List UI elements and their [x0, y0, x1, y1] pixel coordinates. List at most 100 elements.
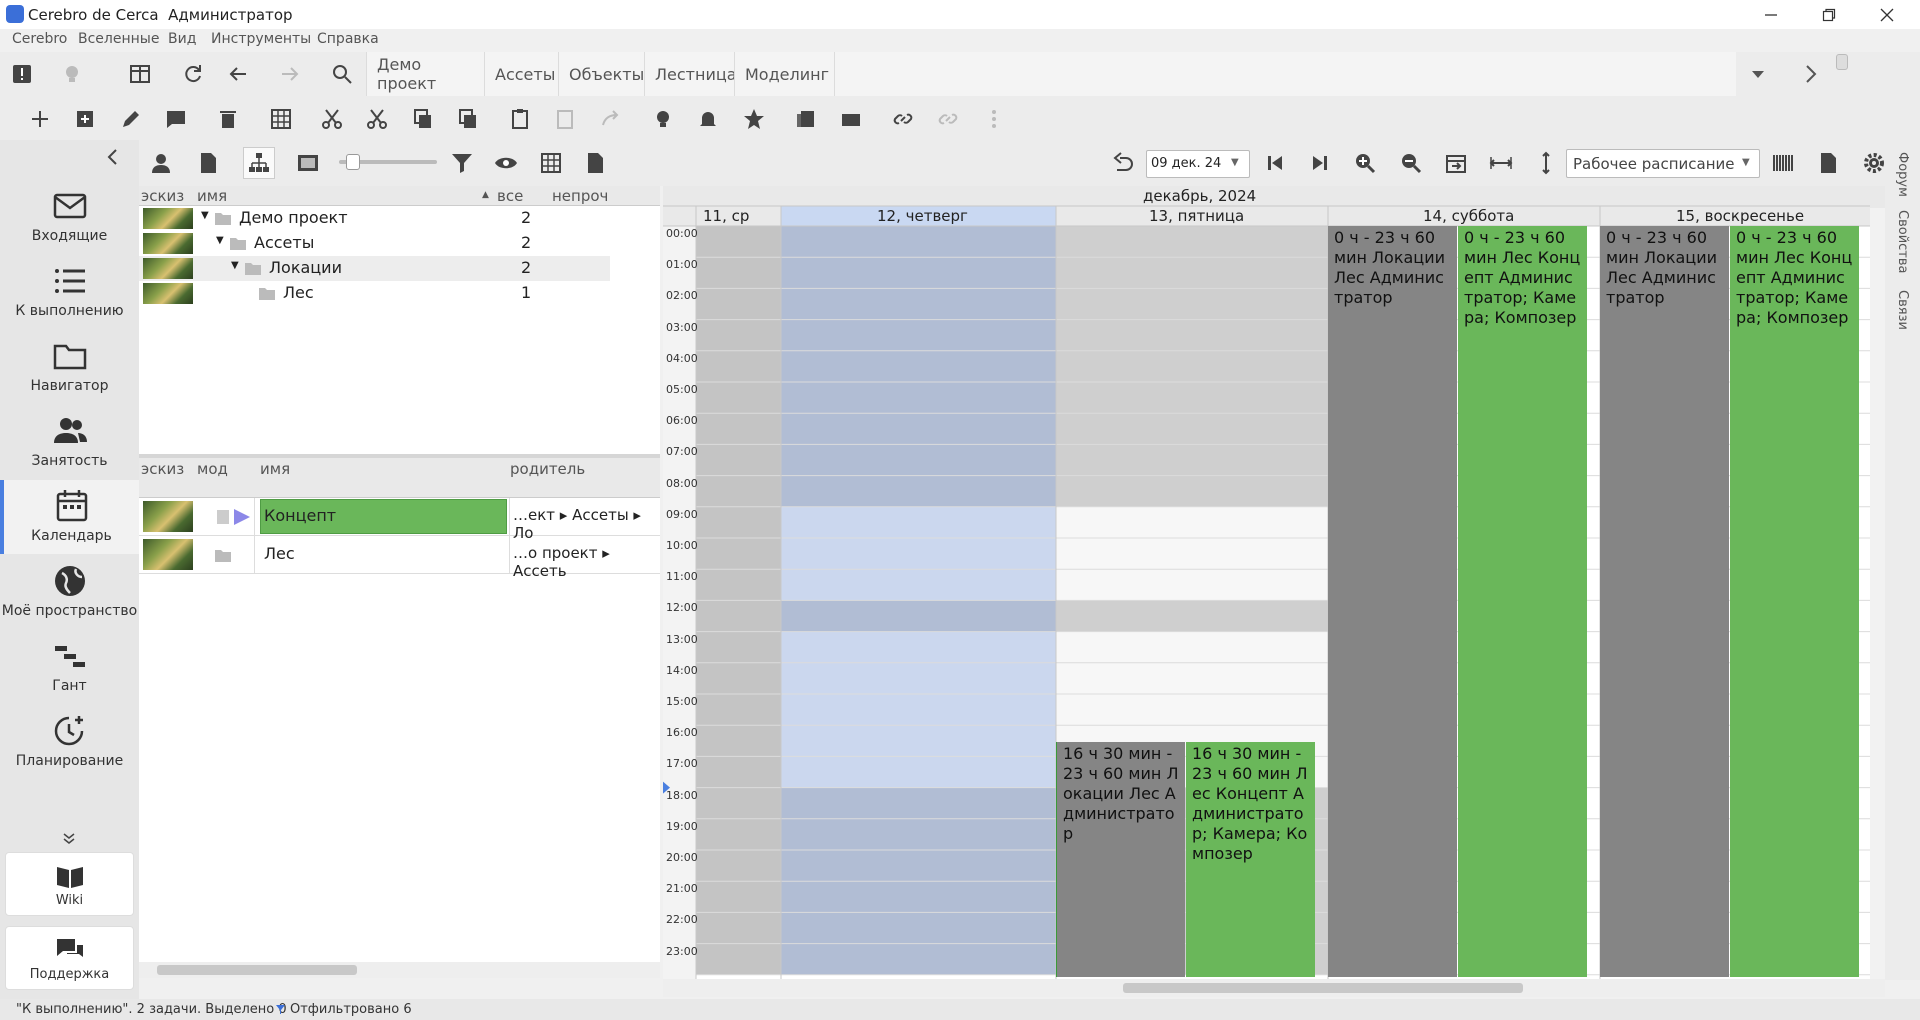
tab-demo-project[interactable]: Демо проект — [366, 52, 484, 96]
support-button[interactable]: Поддержка — [5, 926, 134, 990]
undo-icon[interactable] — [1107, 147, 1139, 179]
calendar-go-icon[interactable] — [1440, 147, 1472, 179]
col-name[interactable]: имя — [260, 460, 290, 478]
filmstrip-icon[interactable] — [292, 147, 324, 179]
sidebar-item-my-space[interactable]: Моё пространство — [0, 555, 139, 629]
sidebar-item-todo[interactable]: К выполнению — [0, 255, 139, 329]
search-icon[interactable] — [326, 58, 358, 90]
close-icon[interactable] — [1864, 0, 1910, 29]
add-subtask-icon[interactable] — [69, 103, 101, 135]
star-icon[interactable] — [738, 103, 770, 135]
sidebar-item-gantt[interactable]: Гант — [0, 630, 139, 704]
tree-row[interactable]: ▼ Демо проект 2 — [139, 206, 660, 231]
tab-assets[interactable]: Ассеты — [484, 52, 558, 96]
expand-arrow-icon[interactable]: ▼ — [201, 210, 209, 221]
chevron-down-icon[interactable]: ▼ — [1742, 157, 1750, 168]
menu-cerebro[interactable]: Cerebro — [12, 31, 67, 47]
tab-forum[interactable]: Форум — [1895, 152, 1910, 197]
sidebar-item-workload[interactable]: Занятость — [0, 405, 139, 479]
chevron-down-icon[interactable]: ▼ — [1231, 157, 1239, 168]
day-header-15[interactable]: 15, воскресенье — [1676, 207, 1804, 225]
event-sun-concept[interactable]: 0 ч - 23 ч 60 мин Лес Концепт Администра… — [1730, 226, 1859, 977]
col-unread[interactable]: непроч — [552, 187, 608, 205]
fit-height-icon[interactable] — [1530, 147, 1562, 179]
vertical-scrollbar[interactable] — [1870, 208, 1885, 979]
stack-icon[interactable] — [790, 103, 822, 135]
col-mod[interactable]: мод — [197, 460, 228, 478]
menu-help[interactable]: Справка — [317, 31, 379, 47]
restore-icon[interactable] — [1806, 0, 1852, 29]
tab-links[interactable]: Связи — [1895, 290, 1910, 330]
last-page-icon[interactable] — [1304, 147, 1336, 179]
tab-modeling[interactable]: Моделинг — [734, 52, 834, 96]
event-sun-locations[interactable]: 0 ч - 23 ч 60 мин Локации Лес Администра… — [1600, 226, 1729, 977]
day-header-14[interactable]: 14, суббота — [1423, 207, 1514, 225]
barcode-icon[interactable] — [1767, 147, 1799, 179]
forward-arrow-icon[interactable] — [274, 58, 306, 90]
back-arrow-icon[interactable] — [222, 58, 254, 90]
tabs-dropdown-icon[interactable] — [1742, 58, 1774, 90]
chain-icon[interactable] — [978, 103, 1010, 135]
paste-link-icon[interactable] — [549, 103, 581, 135]
zoom-out-icon[interactable] — [1395, 147, 1427, 179]
day-header-12[interactable]: 12, четверг — [877, 207, 968, 225]
event-fri-locations[interactable]: 16 ч 30 мин - 23 ч 60 мин Локации Лес Ад… — [1056, 742, 1185, 977]
camera-icon[interactable] — [835, 103, 867, 135]
sidebar-expand-icon[interactable] — [62, 833, 76, 845]
panels-icon[interactable] — [124, 58, 156, 90]
event-sat-concept[interactable]: 0 ч - 23 ч 60 мин Лес Концепт Администра… — [1458, 226, 1587, 977]
tree-row[interactable]: Лес 1 — [139, 281, 660, 306]
col-name[interactable]: имя — [197, 187, 227, 205]
schedule-select[interactable]: Рабочее расписание ▼ — [1566, 149, 1760, 178]
event-fri-concept[interactable]: 16 ч 30 мин - 23 ч 60 мин Лес Концепт Ад… — [1186, 742, 1315, 977]
redirect-icon[interactable] — [595, 103, 627, 135]
sidebar-item-calendar[interactable]: Календарь — [0, 480, 139, 554]
list-item[interactable]: Концепт …ект ▸ Ассеты ▸ Ло — [139, 498, 660, 542]
col-thumb[interactable]: эскиз — [141, 187, 184, 205]
copy-icon[interactable] — [407, 103, 439, 135]
slider-handle[interactable] — [346, 154, 360, 170]
sidebar-collapse-icon[interactable] — [104, 148, 122, 166]
bell-icon[interactable] — [692, 103, 724, 135]
unlink-icon[interactable] — [932, 103, 964, 135]
link-icon[interactable] — [887, 103, 919, 135]
day-header-13[interactable]: 13, пятница — [1149, 207, 1244, 225]
filter-icon[interactable] — [446, 147, 478, 179]
bulb-icon[interactable] — [647, 103, 679, 135]
add-icon[interactable] — [24, 103, 56, 135]
horizontal-scrollbar[interactable] — [139, 962, 660, 978]
lightbulb-icon[interactable] — [56, 58, 88, 90]
task-name-cell[interactable]: Концепт — [260, 499, 507, 534]
edit-pencil-icon[interactable] — [115, 103, 147, 135]
menu-universes[interactable]: Вселенные — [78, 31, 159, 47]
wiki-button[interactable]: Wiki — [5, 852, 134, 916]
play-icon[interactable] — [233, 508, 251, 526]
user-icon[interactable] — [145, 147, 177, 179]
tabs-next-icon[interactable] — [1794, 58, 1826, 90]
list-item[interactable]: Лес …о проект ▸ Ассеть — [139, 536, 660, 580]
table-icon[interactable] — [535, 147, 567, 179]
cut-icon[interactable] — [316, 103, 348, 135]
date-input[interactable]: 09 дек. 24 ▼ — [1146, 150, 1250, 178]
hierarchy-icon[interactable] — [243, 147, 275, 179]
tree-row[interactable]: ▼ Ассеты 2 — [139, 231, 660, 256]
tab-objects[interactable]: Объекты — [558, 52, 644, 96]
eye-icon[interactable] — [490, 147, 522, 179]
tab-ladder[interactable]: Лестница — [644, 52, 737, 96]
sidebar-item-inbox[interactable]: Входящие — [0, 180, 139, 254]
delete-icon[interactable] — [212, 103, 244, 135]
grid-select-icon[interactable] — [265, 103, 297, 135]
paste-icon[interactable] — [504, 103, 536, 135]
calendar-h-scrollbar[interactable] — [663, 979, 1885, 997]
sidebar-item-navigator[interactable]: Навигатор — [0, 330, 139, 404]
document-icon[interactable] — [192, 147, 224, 179]
fit-width-icon[interactable] — [1485, 147, 1517, 179]
tab-properties[interactable]: Свойства — [1895, 210, 1910, 274]
col-thumb[interactable]: эскиз — [141, 460, 184, 478]
zoom-in-icon[interactable] — [1349, 147, 1381, 179]
message-icon[interactable] — [160, 103, 192, 135]
minimize-icon[interactable] — [1748, 0, 1794, 29]
col-parent[interactable]: родитель — [510, 460, 585, 478]
expand-arrow-icon[interactable]: ▼ — [231, 260, 239, 271]
day-header-11[interactable]: 11, ср — [703, 207, 749, 225]
